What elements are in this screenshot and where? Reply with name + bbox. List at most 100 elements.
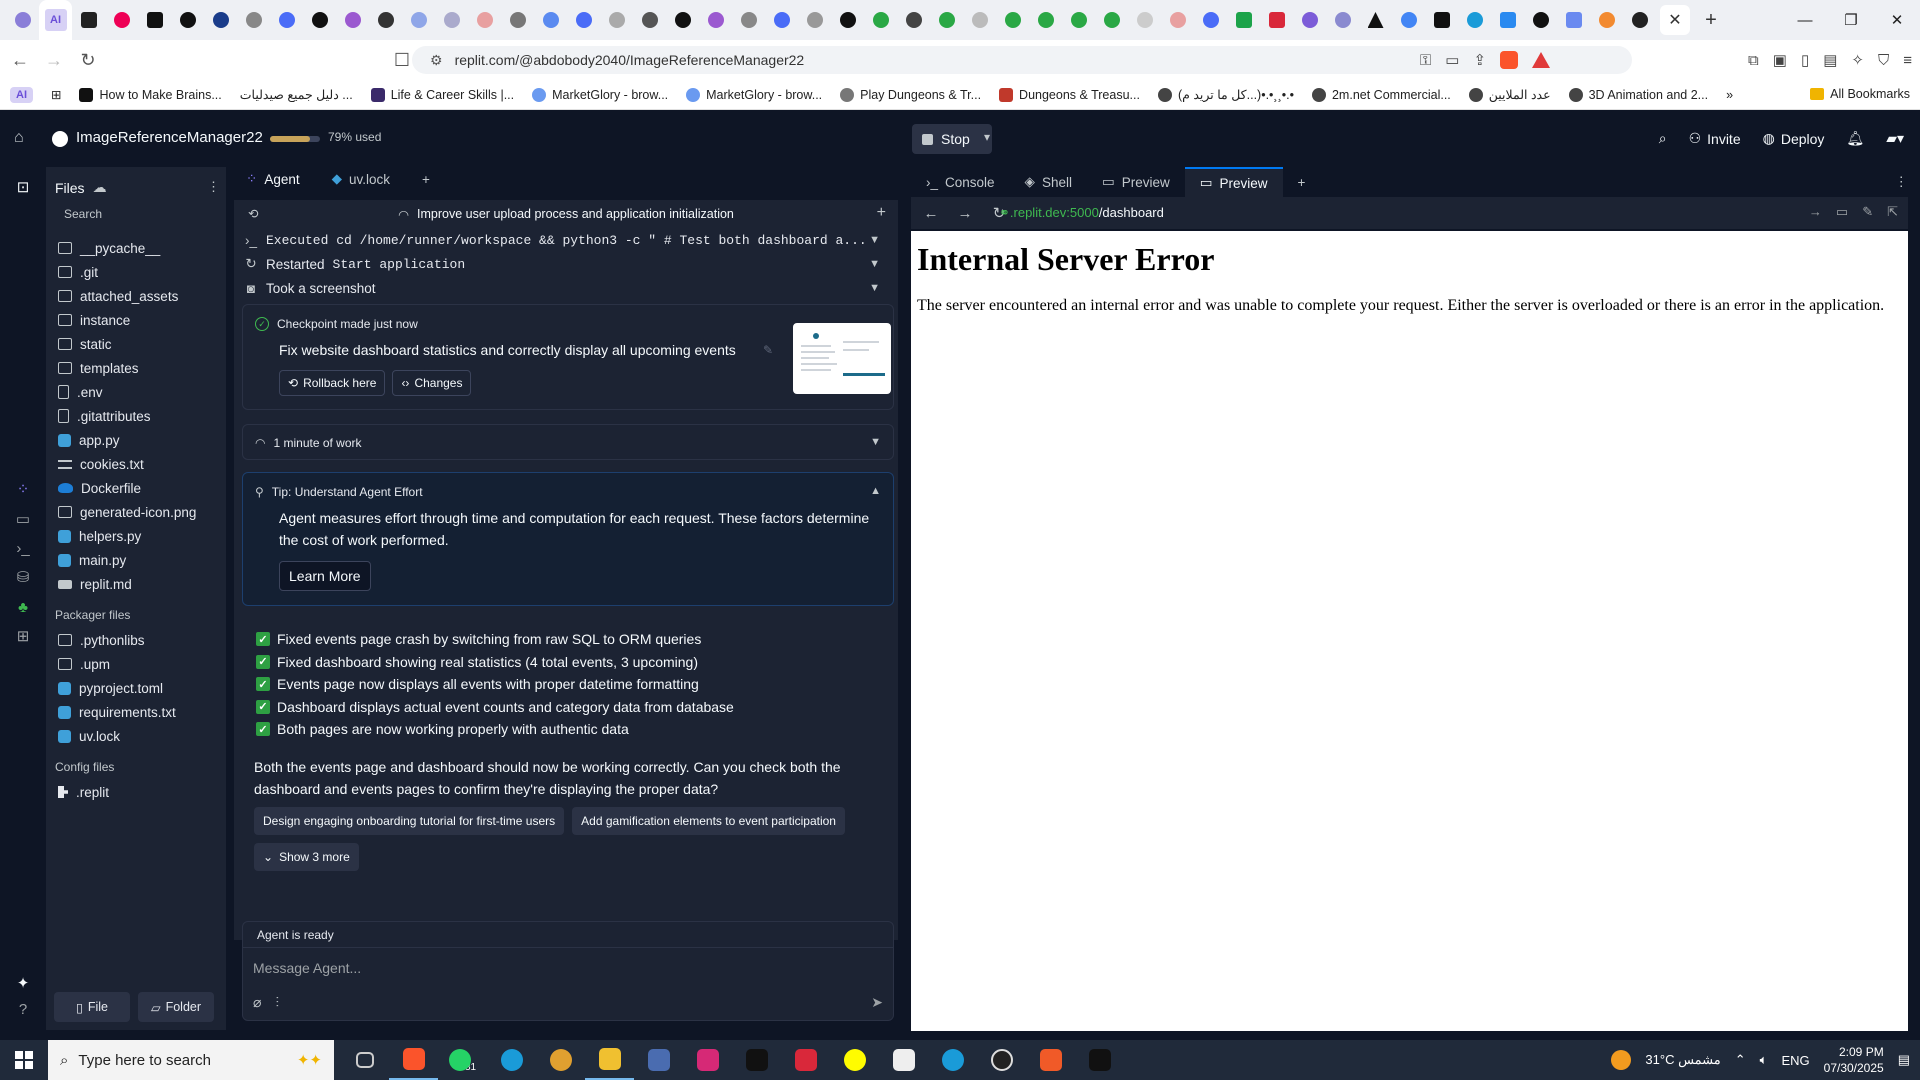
apps-icon[interactable]: ⊞ (51, 87, 61, 102)
tab-console[interactable]: ›_ Console (911, 167, 1010, 197)
weather-text[interactable]: 31°C مشمس (1645, 1052, 1720, 1068)
tab-favicon[interactable] (336, 0, 369, 40)
learn-more-button[interactable]: Learn More (279, 561, 371, 591)
tab-favicon[interactable] (1029, 0, 1062, 40)
attach-icon[interactable]: ⌀ (253, 994, 261, 1011)
agent-tool-icon[interactable]: ⁘ (14, 481, 32, 499)
file-tree-item[interactable]: .env (46, 380, 226, 404)
sync-icon[interactable]: ☁ (93, 179, 107, 196)
file-tree-item[interactable]: __pycache__ (46, 236, 226, 260)
database-tool-icon[interactable]: ⛁ (14, 569, 32, 587)
tab-favicon[interactable] (633, 0, 666, 40)
sidebar-icon[interactable]: ▯ (1801, 51, 1809, 69)
tab-favicon[interactable] (270, 0, 303, 40)
stop-button[interactable]: Stop (912, 124, 992, 154)
tiktok-app-icon[interactable] (732, 1040, 781, 1080)
restore-icon[interactable]: ❐ (1828, 0, 1874, 40)
bookmark-item[interactable]: 3D Animation and 2... (1568, 87, 1708, 102)
shell-tool-icon[interactable]: ›_ (14, 540, 32, 558)
whatsapp-app-icon[interactable]: 31 (438, 1040, 487, 1080)
section-label[interactable]: Packager files (46, 602, 226, 628)
task-view-icon[interactable] (340, 1040, 389, 1080)
tab-close-icon[interactable]: ✕ (1660, 5, 1690, 35)
brave-rewards-icon[interactable] (1532, 52, 1551, 68)
tab-favicon[interactable] (534, 0, 567, 40)
tab-favicon[interactable] (1260, 0, 1293, 40)
window-icon[interactable]: ▣ (1773, 51, 1787, 69)
file-tree-item[interactable]: pyproject.toml (46, 676, 226, 700)
secrets-tool-icon[interactable]: ♣ (14, 599, 32, 617)
share-icon[interactable]: ⇪ (1473, 51, 1486, 69)
preview-url[interactable]: ⚭.replit.dev:5000/dashboard (999, 205, 1164, 221)
tab-favicon[interactable] (237, 0, 270, 40)
all-tools-icon[interactable]: ⊞ (14, 628, 32, 646)
suggestion-chip[interactable]: Design engaging onboarding tutorial for … (254, 807, 565, 835)
go-icon[interactable]: → (1809, 204, 1822, 220)
tab-favicon[interactable] (1623, 0, 1656, 40)
leo-icon[interactable]: ✧ (1851, 51, 1864, 69)
tab-favicon[interactable] (369, 0, 402, 40)
file-tree-item[interactable]: replit.md (46, 572, 226, 596)
step-screenshot[interactable]: ◙ Took a screenshot ▼ (244, 276, 888, 300)
tab-favicon[interactable] (1557, 0, 1590, 40)
file-tree-item[interactable]: .gitattributes (46, 404, 226, 428)
tab-favicon[interactable] (1293, 0, 1326, 40)
bookmark-item[interactable]: Life & Career Skills |... (370, 87, 514, 102)
devices-icon[interactable]: ▭ (1836, 204, 1848, 220)
site-info-icon[interactable]: ⚙ (430, 52, 443, 69)
app-icon[interactable] (634, 1040, 683, 1080)
project-name[interactable]: ImageReferenceManager22 (76, 129, 263, 146)
files-search-input[interactable]: Search (46, 200, 226, 228)
sparkle-icon[interactable]: ✦ (14, 975, 32, 993)
search-icon[interactable]: ⌕ (1659, 130, 1667, 147)
tab-favicon[interactable] (765, 0, 798, 40)
tab-favicon[interactable] (666, 0, 699, 40)
tab-favicon[interactable] (303, 0, 336, 40)
history-icon[interactable]: ⟲ (248, 206, 258, 221)
app-icon[interactable] (1075, 1040, 1124, 1080)
preview-back-icon[interactable]: ← (917, 205, 945, 222)
start-button[interactable] (0, 1040, 48, 1080)
tab-favicon[interactable] (6, 0, 39, 40)
files-menu-icon[interactable]: ⋮ (207, 179, 220, 195)
tab-favicon[interactable] (1524, 0, 1557, 40)
vpn-icon[interactable]: ⛉ (1878, 52, 1889, 69)
home-icon[interactable]: ⌂ (14, 129, 32, 147)
tab-favicon[interactable] (1161, 0, 1194, 40)
back-icon[interactable]: ← (6, 50, 34, 71)
send-icon[interactable]: ➤ (871, 994, 883, 1011)
tab-favicon[interactable] (501, 0, 534, 40)
file-tree-item[interactable]: helpers.py (46, 524, 226, 548)
file-tree-item[interactable]: .git (46, 260, 226, 284)
bookmark-ai[interactable]: AI (10, 86, 33, 103)
tab-favicon[interactable] (1458, 0, 1491, 40)
minimize-icon[interactable]: — (1782, 0, 1828, 40)
file-tree-item[interactable]: app.py (46, 428, 226, 452)
tab-favicon[interactable] (171, 0, 204, 40)
cast-icon[interactable]: ▭ (1445, 51, 1459, 69)
chrome-app-icon[interactable] (536, 1040, 585, 1080)
key-icon[interactable]: ⚿ (1420, 52, 1431, 69)
app-icon[interactable] (1026, 1040, 1075, 1080)
app-icon[interactable] (928, 1040, 977, 1080)
file-tree-item[interactable]: instance (46, 308, 226, 332)
tab-favicon[interactable] (1359, 0, 1392, 40)
tab-favicon[interactable] (798, 0, 831, 40)
tab-favicon[interactable] (930, 0, 963, 40)
forward-icon[interactable]: → (40, 50, 68, 71)
add-tab-icon[interactable]: + (410, 167, 442, 191)
new-folder-button[interactable]: ▱ Folder (138, 992, 214, 1022)
work-duration-card[interactable]: ◠ 1 minute of work ▼ (242, 424, 894, 460)
bookmark-item[interactable]: دليل جميع صيدليات ... (240, 87, 353, 102)
tab-uv-lock[interactable]: ◆ uv.lock (320, 167, 402, 191)
tab-favicon[interactable] (1326, 0, 1359, 40)
tab-favicon[interactable] (864, 0, 897, 40)
bookmark-item[interactable]: عدد الملايين (1468, 87, 1551, 102)
more-options-icon[interactable]: ⋮ (1895, 174, 1909, 190)
tab-favicon[interactable] (1590, 0, 1623, 40)
tab-favicon[interactable] (699, 0, 732, 40)
volume-icon[interactable]: 🔈︎ (1760, 1052, 1768, 1068)
avatar[interactable]: ▰▾ (1886, 130, 1904, 147)
tab-favicon[interactable] (567, 0, 600, 40)
run-options-chevron-icon[interactable]: ▾ (984, 130, 990, 144)
